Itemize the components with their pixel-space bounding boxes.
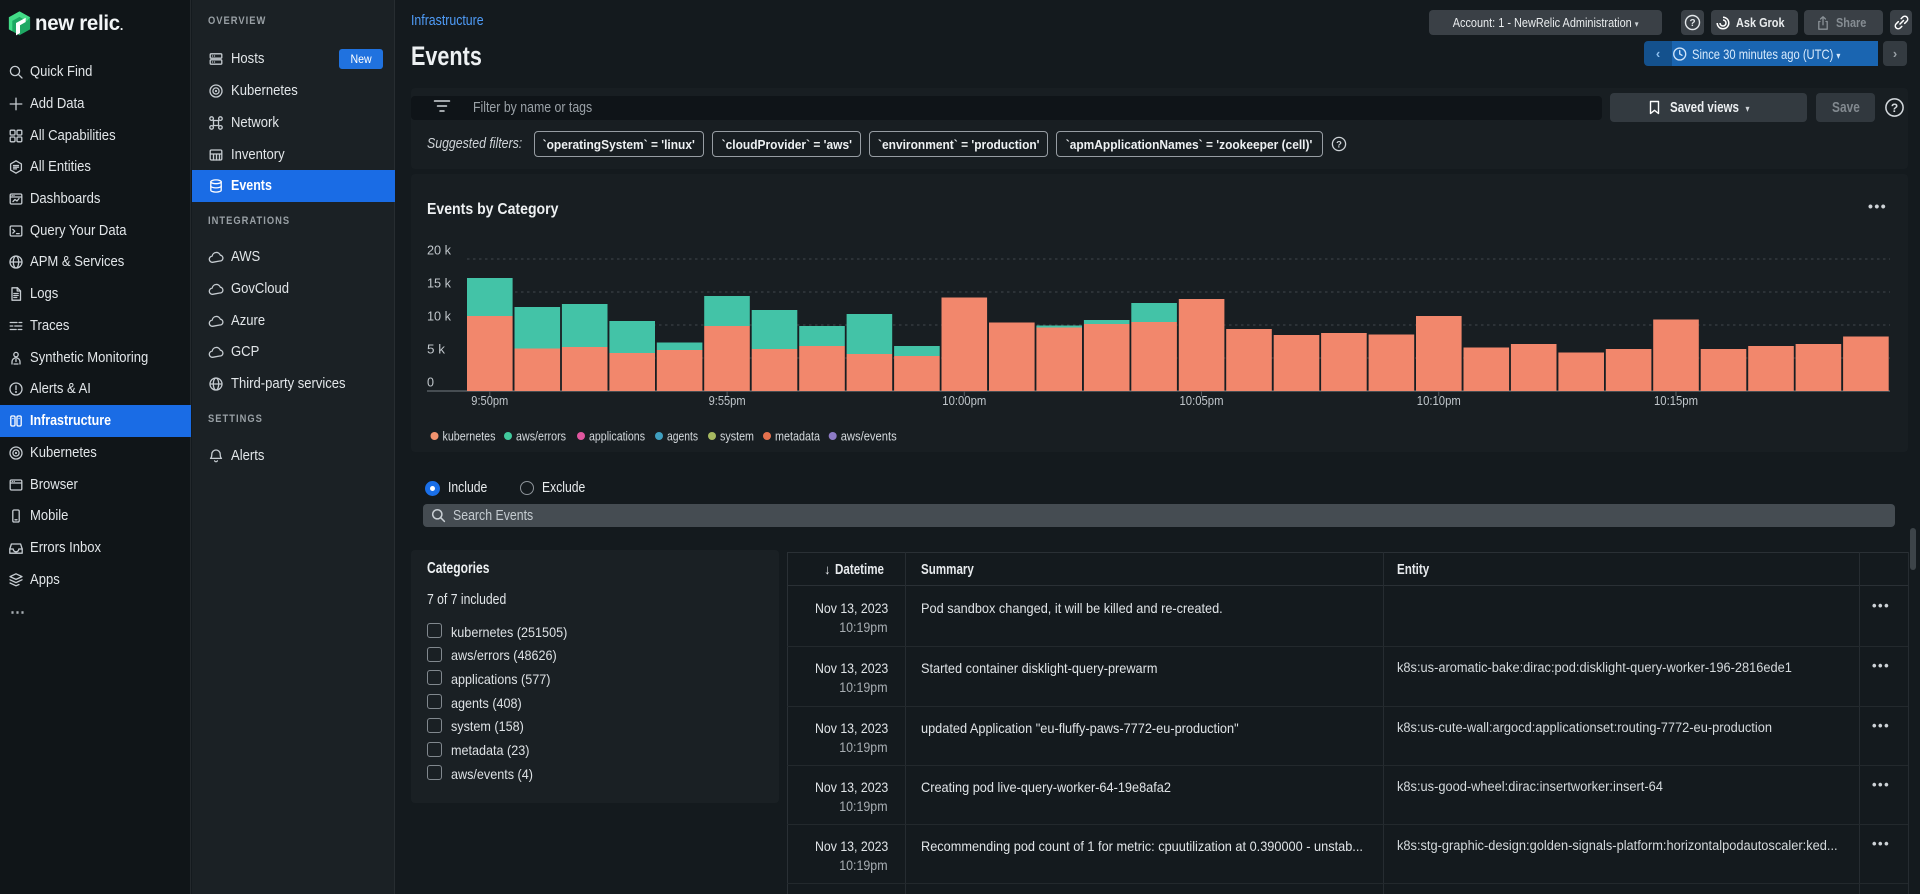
svg-text:applications: applications [589,429,645,444]
svg-text:10:00pm: 10:00pm [942,394,986,408]
svg-text:0: 0 [427,376,434,390]
svg-text:aws/errors: aws/errors [516,429,566,444]
svg-text:system: system [720,429,754,444]
svg-text:?: ? [1891,101,1898,115]
svg-text:metadata: metadata [775,429,821,444]
svg-text:10:05pm: 10:05pm [1180,394,1224,408]
svg-text:agents: agents [667,429,698,444]
svg-text:9:50pm: 9:50pm [471,394,508,408]
svg-text:10 k: 10 k [427,310,452,324]
svg-text:10:10pm: 10:10pm [1417,394,1461,408]
svg-text:20 k: 20 k [427,244,452,258]
svg-text:kubernetes: kubernetes [443,429,496,444]
svg-text:?: ? [1336,140,1342,151]
svg-text:?: ? [1689,18,1695,29]
svg-text:9:55pm: 9:55pm [709,394,746,408]
svg-text:10:15pm: 10:15pm [1654,394,1698,408]
svg-text:aws/events: aws/events [841,429,897,444]
svg-text:5 k: 5 k [427,343,446,357]
svg-text:15 k: 15 k [427,277,452,291]
